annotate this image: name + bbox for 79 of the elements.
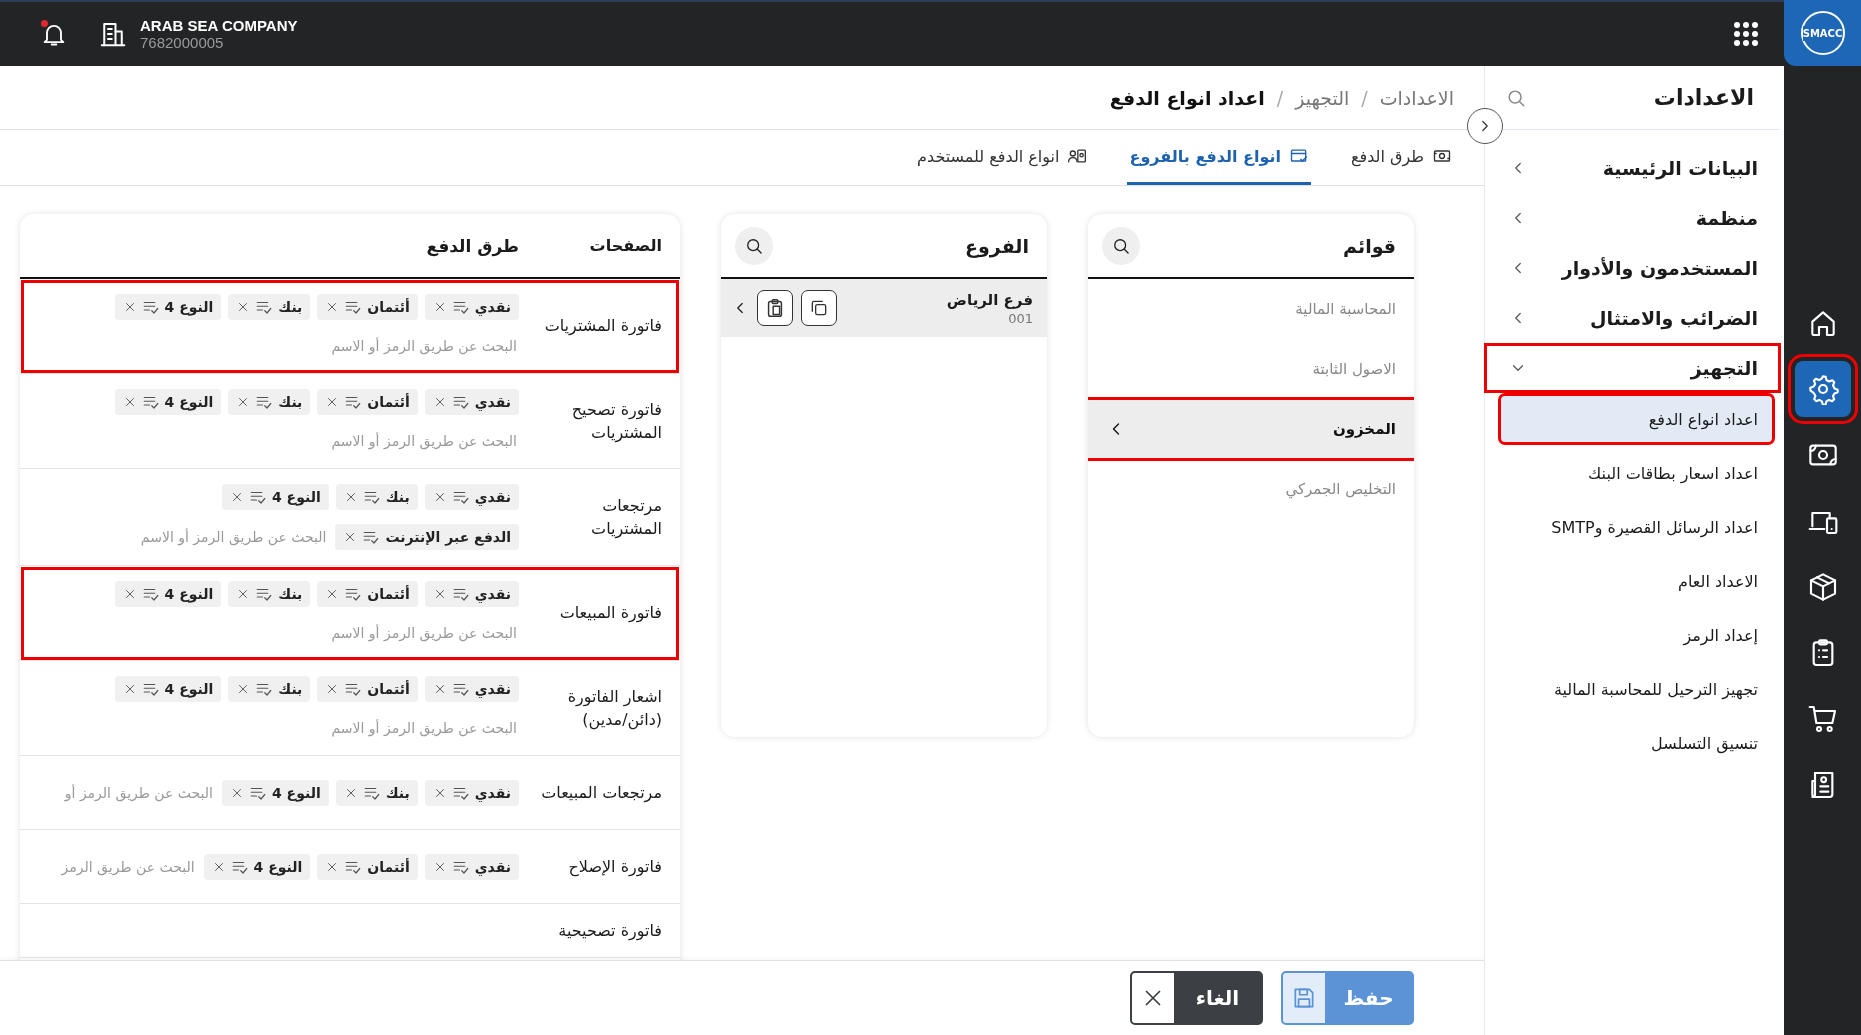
list-item[interactable]: المخزون <box>1088 399 1414 459</box>
table-cell-text: فاتورة تصحيحية <box>557 920 662 943</box>
sidebar-item[interactable]: اعداد الرسائل القصيرة وSMTP <box>1499 502 1774 552</box>
tag-chip: أئتمان <box>317 389 418 415</box>
sidebar-item[interactable]: تجهيز الترحيل للمحاسبة المالية <box>1499 664 1774 714</box>
branch-code: 001 <box>1007 310 1033 326</box>
table-cell-text: مرتجعات المشتريات <box>590 494 662 541</box>
breadcrumb-link[interactable]: التجهيز <box>1295 86 1350 109</box>
company-id: 7682000005 <box>140 34 225 51</box>
sidebar-group[interactable]: المستخدمون والأدوار <box>1485 244 1780 292</box>
sidebar-group[interactable]: الضرائب والامتثال <box>1485 294 1780 342</box>
tab[interactable]: طرق الدفع <box>1349 130 1454 185</box>
tag-chip: نقدي <box>424 853 519 880</box>
sidebar-group[interactable]: البيانات الرئيسية <box>1485 144 1780 192</box>
tag-chip: النوع 4 <box>221 779 329 806</box>
sidebar-item[interactable]: الاعداد العام <box>1499 556 1774 606</box>
table-cell-text: فاتورة المبيعات <box>558 602 662 625</box>
tag-chip: النوع 4 <box>114 389 222 415</box>
tag-chip: بنك <box>335 484 418 510</box>
tab[interactable]: انواع الدفع للمستخدم <box>915 130 1090 185</box>
tag-chip: نقدي <box>424 676 519 702</box>
sidebar-group[interactable]: التجهيز <box>1485 344 1780 392</box>
table-cell-text: فاتورة الإصلاح <box>567 855 662 879</box>
tag-chip: نقدي <box>424 294 519 320</box>
tag-chip: نقدي <box>424 484 519 510</box>
tag-chip: أئتمان <box>317 853 418 880</box>
paste-button[interactable] <box>757 290 793 326</box>
table-cell-text: مرتجعات المبيعات <box>540 781 662 805</box>
sidebar-item[interactable]: اعداد اسعار بطاقات البنك <box>1499 448 1774 498</box>
tag-chip: النوع 4 <box>114 581 222 607</box>
search-button[interactable] <box>735 226 773 265</box>
list-item[interactable]: المحاسبة المالية <box>1088 279 1414 339</box>
search-button[interactable] <box>1102 226 1140 265</box>
logo-text: SMACC <box>1802 25 1843 41</box>
sidebar-item[interactable]: إعداد الرمز <box>1499 610 1774 660</box>
breadcrumb-separator: / <box>1361 86 1368 109</box>
table-cell-text: فاتورة تصحيح المشتريات <box>570 398 662 445</box>
sidebar-title: الاعدادات <box>1653 85 1754 110</box>
sidebar-item[interactable]: اعداد انواع الدفع <box>1499 394 1774 444</box>
panel-title: قوائم <box>1343 234 1396 257</box>
tag-chip: أئتمان <box>317 581 418 607</box>
copy-icon <box>809 298 829 318</box>
tag-chip: أئتمان <box>317 676 418 702</box>
breadcrumb-separator: / <box>1276 86 1284 109</box>
company-name: ARAB SEA COMPANY <box>140 17 298 34</box>
apps-icon[interactable] <box>1734 22 1758 46</box>
tag-chip: نقدي <box>424 581 519 607</box>
list-item[interactable]: الاصول الثابتة <box>1088 339 1414 399</box>
tag-chip: بنك <box>228 389 311 415</box>
column-header: طرق الدفع <box>425 235 519 256</box>
sidebar-group[interactable]: منظمة <box>1485 194 1780 242</box>
collapse-button[interactable] <box>1467 108 1503 144</box>
sidebar-item[interactable]: تنسيق التسلسل <box>1499 718 1774 768</box>
tag-chip: أئتمان <box>317 294 418 320</box>
panel-title: الفروع <box>965 234 1029 257</box>
page-title: اعداد انواع الدفع <box>1109 86 1265 109</box>
logo[interactable]: SMACC <box>1784 0 1861 66</box>
copy-button[interactable] <box>801 290 837 326</box>
tag-chip: الدفع عبر الإنترنت <box>335 524 519 550</box>
tag-chip: بنك <box>228 294 311 320</box>
tag-chip: بنك <box>228 581 311 607</box>
table-cell-text: فاتورة المشتريات <box>543 315 662 338</box>
tag-chip: بنك <box>335 779 418 806</box>
tag-chip: النوع 4 <box>114 676 222 702</box>
save-icon <box>1291 985 1317 1011</box>
branch-name: فرع الرياض <box>945 290 1033 309</box>
cancel-button[interactable]: الغاء <box>1130 971 1263 1025</box>
column-header: الصفحات <box>588 234 662 257</box>
tag-chip: النوع 4 <box>114 294 222 320</box>
tag-chip: النوع 4 <box>221 484 329 510</box>
tag-chip: نقدي <box>424 389 519 415</box>
table-cell-text: اشعار الفاتورة (دائن/مدين) <box>566 685 662 732</box>
cart-icon <box>1806 703 1839 735</box>
tag-chip: بنك <box>228 676 311 702</box>
breadcrumb-link[interactable]: الاعدادات <box>1379 86 1454 109</box>
tag-chip: نقدي <box>424 779 519 806</box>
list-item[interactable]: التخليص الجمركي <box>1088 459 1414 519</box>
tag-chip: النوع 4 <box>203 853 311 880</box>
settings-icon <box>1806 373 1839 405</box>
